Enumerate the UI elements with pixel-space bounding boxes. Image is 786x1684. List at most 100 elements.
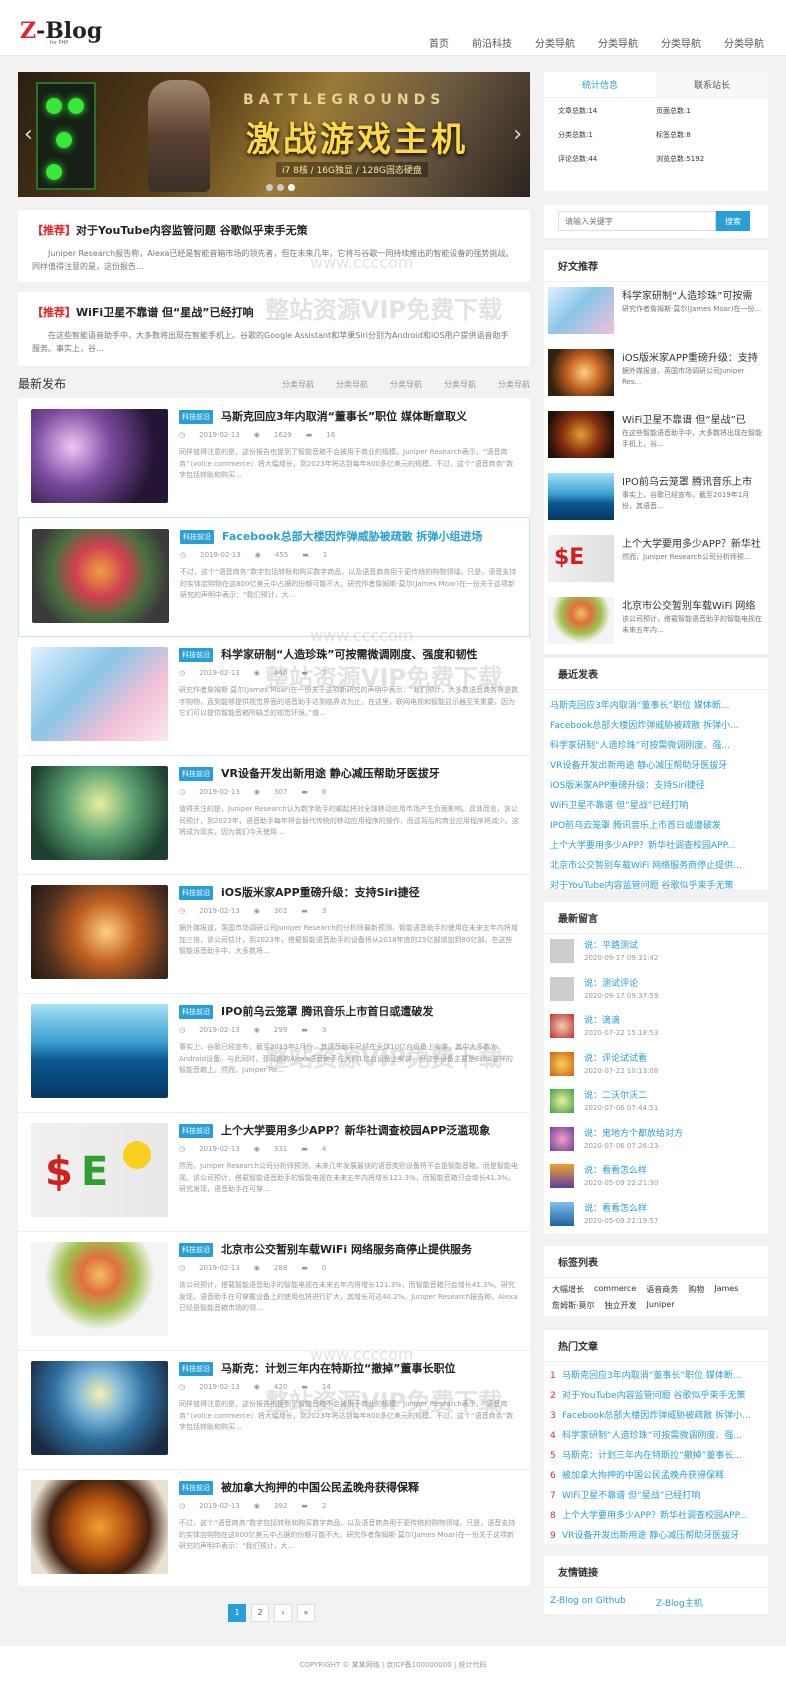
popular-post-link[interactable]: 8 上个大学要用多少APP？新华社调查校园APP... (550, 1506, 762, 1526)
article-title[interactable]: 科学家研制“人造珍珠”可按需微调刚度、强度和韧性 (221, 646, 521, 662)
popular-post-link[interactable]: 4 科学家研制“人造珍珠”可按需微调刚度、强... (550, 1426, 762, 1446)
article-item[interactable]: 科技前沿 马斯克回应3年内取消“董事长”职位 媒体断章取义 ◷ 2019-02-1… (18, 398, 530, 518)
comment-item[interactable]: 说：测试评论 2020-09-17 09:37:59 (544, 972, 768, 1010)
nav-item-category[interactable]: 分类导航 (724, 35, 764, 50)
latest-tab[interactable]: 分类导航 (282, 379, 314, 390)
comment-item[interactable]: 说：鬼地方个都放给对方 2020-07-06 07:26:23 (544, 1122, 768, 1160)
recommended-thumbnail[interactable] (548, 473, 614, 520)
article-title[interactable]: Facebook总部大楼因炸弹威胁被疏散 拆弹小组进场 (222, 528, 522, 544)
recommended-thumbnail[interactable] (548, 411, 614, 458)
article-thumbnail[interactable] (31, 1361, 168, 1455)
recommended-thumbnail[interactable] (548, 349, 614, 396)
recommended-item-title[interactable]: 北京市公交暂别车载WiFi 网络 (622, 597, 762, 612)
article-title[interactable]: VR设备开发出新用途 静心减压帮助牙医拔牙 (221, 765, 521, 781)
nav-item-category[interactable]: 分类导航 (598, 35, 638, 50)
avatar[interactable] (550, 976, 574, 1001)
tab-contact[interactable]: 联系站长 (656, 72, 768, 97)
featured-title[interactable]: WiFi卫星不靠谱 但“星战”已经打响 (76, 306, 253, 319)
slider-dot-active[interactable] (288, 184, 295, 191)
recommended-thumbnail[interactable]: $E (548, 535, 614, 582)
category-badge[interactable]: 科技前沿 (179, 1243, 213, 1257)
article-title[interactable]: 马斯克：计划三年内在特斯拉“撤掉”董事长职位 (221, 1360, 521, 1376)
nav-item-tech[interactable]: 前沿科技 (472, 35, 512, 50)
article-title[interactable]: IPO前乌云笼罩 腾讯音乐上市首日或遭破发 (221, 1003, 521, 1019)
recommended-item[interactable]: WiFi卫星不靠谱 但“星战”已 在这些智能语音助手中，大多数将出现在智能手机上… (544, 406, 768, 468)
article-title[interactable]: iOS版米家APP重磅升级：支持Siri捷径 (221, 884, 521, 900)
article-thumbnail[interactable] (31, 647, 168, 741)
last-page-button[interactable]: » (297, 1604, 315, 1622)
tag-link[interactable]: 大幅增长 (552, 1284, 584, 1295)
recent-post-link[interactable]: Facebook总部大楼因炸弹威胁被疏散 拆弹小... (550, 716, 762, 736)
avatar[interactable] (550, 1164, 574, 1188)
page-1-button[interactable]: 1 (228, 1604, 246, 1622)
article-item[interactable]: 科技前沿 Facebook总部大楼因炸弹威胁被疏散 拆弹小组进场 ◷ 2019-0… (18, 517, 530, 637)
latest-tab[interactable]: 分类导航 (498, 379, 530, 390)
comment-item[interactable]: 说：平路测试 2020-09-17 09:31:42 (544, 934, 768, 972)
category-badge[interactable]: 科技前沿 (179, 648, 213, 662)
tag-link[interactable]: Juniper (647, 1300, 675, 1311)
recommended-item-title[interactable]: IPO前乌云笼罩 腾讯音乐上市 (622, 473, 762, 488)
category-badge[interactable]: 科技前沿 (180, 530, 214, 544)
avatar[interactable] (550, 1089, 574, 1113)
comment-text[interactable]: 说：看看怎么样 (584, 1159, 768, 1176)
article-thumbnail[interactable]: $ E (31, 1123, 168, 1217)
recent-post-link[interactable]: 科学家研制“人造珍珠”可按需微调刚度、强... (550, 736, 762, 756)
category-badge[interactable]: 科技前沿 (179, 1362, 213, 1376)
article-title[interactable]: 北京市公交暂别车载WiFi 网络服务商停止提供服务 (221, 1241, 521, 1257)
slider-dot[interactable] (266, 184, 273, 191)
recommended-item-title[interactable]: 上个大学要用多少APP？新华社 (622, 535, 762, 550)
article-thumbnail[interactable] (32, 529, 169, 623)
avatar[interactable] (550, 1014, 574, 1038)
recent-post-link[interactable]: IPO前乌云笼罩 腾讯音乐上市首日或遭破发 (550, 816, 762, 836)
recent-post-link[interactable]: VR设备开发出新用途 静心减压帮助牙医拔牙 (550, 756, 762, 776)
comment-text[interactable]: 说：平路测试 (584, 934, 768, 951)
slider-dot[interactable] (277, 184, 284, 191)
popular-post-link[interactable]: 2 对于YouTube内容监管问题 谷歌似乎束手无策 (550, 1386, 762, 1406)
comment-item[interactable]: 说：看看怎么样 2020-05-09 22:21:30 (544, 1159, 768, 1197)
popular-post-link[interactable]: 9 VR设备开发出新用途 静心减压帮助牙医拔牙 (550, 1526, 762, 1546)
tag-link[interactable]: commerce (594, 1284, 636, 1295)
recent-post-link[interactable]: 北京市公交暂别车载WiFi 网络服务商停止提供... (550, 856, 762, 876)
category-badge[interactable]: 科技前沿 (179, 1481, 213, 1495)
article-thumbnail[interactable] (31, 885, 168, 979)
article-title[interactable]: 被加拿大拘押的中国公民孟晚舟获得保释 (221, 1479, 521, 1495)
comment-text[interactable]: 说：测试评论 (584, 972, 768, 989)
comment-item[interactable]: 说：看看怎么样 2020-05-09 22:19:57 (544, 1197, 768, 1235)
recent-post-link[interactable]: 上个大学要用多少APP？新华社调查校园APP... (550, 836, 762, 856)
featured-post[interactable]: 【推荐】对于YouTube内容监管问题 谷歌似乎束手无策 Juniper Res… (18, 210, 530, 282)
recent-post-link[interactable]: 对于YouTube内容监管问题 谷歌似乎束手无策 (550, 876, 762, 896)
article-thumbnail[interactable] (31, 409, 168, 503)
recommended-item[interactable]: iOS版米家APP重磅升级：支持 据外媒报道，英国市场调研公司Juniper R… (544, 344, 768, 406)
recommended-item-title[interactable]: WiFi卫星不靠谱 但“星战”已 (622, 411, 762, 426)
recommended-item[interactable]: $E 上个大学要用多少APP？新华社 然而，Juniper Research公司… (544, 530, 768, 592)
nav-item-home[interactable]: 首页 (429, 35, 449, 50)
article-thumbnail[interactable] (31, 1480, 168, 1574)
tag-link[interactable]: 詹姆斯·莫尔 (552, 1300, 595, 1311)
chevron-left-icon[interactable]: ‹ (24, 122, 33, 147)
recommended-item-title[interactable]: iOS版米家APP重磅升级：支持 (622, 349, 762, 364)
latest-tab[interactable]: 分类导航 (336, 379, 368, 390)
nav-item-category[interactable]: 分类导航 (535, 35, 575, 50)
category-badge[interactable]: 科技前沿 (179, 886, 213, 900)
article-title[interactable]: 马斯克回应3年内取消“董事长”职位 媒体断章取义 (221, 408, 521, 424)
category-badge[interactable]: 科技前沿 (179, 1005, 213, 1019)
popular-post-link[interactable]: 1 马斯克回应3年内取消“董事长”职位 媒体断... (550, 1366, 762, 1386)
article-item[interactable]: 科技前沿 马斯克：计划三年内在特斯拉“撤掉”董事长职位 ◷ 2019-02-13 ◉… (18, 1350, 530, 1470)
tag-link[interactable]: James (714, 1284, 738, 1295)
article-item[interactable]: 科技前沿 被加拿大拘押的中国公民孟晚舟获得保释 ◷ 2019-02-13 ◉ 392 ▬… (18, 1469, 530, 1589)
recommended-item[interactable]: 北京市公交暂别车载WiFi 网络 该公司预计，搭载智能语音助手的智能电视在未来五… (544, 592, 768, 654)
featured-title[interactable]: 对于YouTube内容监管问题 谷歌似乎束手无策 (76, 224, 308, 237)
search-input[interactable] (558, 211, 716, 231)
recent-post-link[interactable]: WiFi卫星不靠谱 但“星战”已经打响 (550, 796, 762, 816)
featured-post[interactable]: 【推荐】WiFi卫星不靠谱 但“星战”已经打响 在这些智能语音助手中，大多数将出… (18, 292, 530, 366)
article-item[interactable]: 科技前沿 IPO前乌云笼罩 腾讯音乐上市首日或遭破发 ◷ 2019-02-13 ◉ 2… (18, 993, 530, 1113)
friend-link[interactable]: Z-Blog主机 (656, 1596, 703, 1609)
comment-item[interactable]: 说：二沃尔沃二 2020-07-06 07:44:51 (544, 1084, 768, 1122)
comment-text[interactable]: 说：二沃尔沃二 (584, 1084, 768, 1101)
article-item[interactable]: 科技前沿 iOS版米家APP重磅升级：支持Siri捷径 ◷ 2019-02-13 ◉… (18, 874, 530, 994)
friend-link[interactable]: Z-Blog on Github (550, 1596, 626, 1609)
category-badge[interactable]: 科技前沿 (179, 1124, 213, 1138)
popular-post-link[interactable]: 3 Facebook总部大楼因炸弹威胁被疏散 拆弹小... (550, 1406, 762, 1426)
latest-tab[interactable]: 分类导航 (390, 379, 422, 390)
article-thumbnail[interactable] (31, 766, 168, 860)
